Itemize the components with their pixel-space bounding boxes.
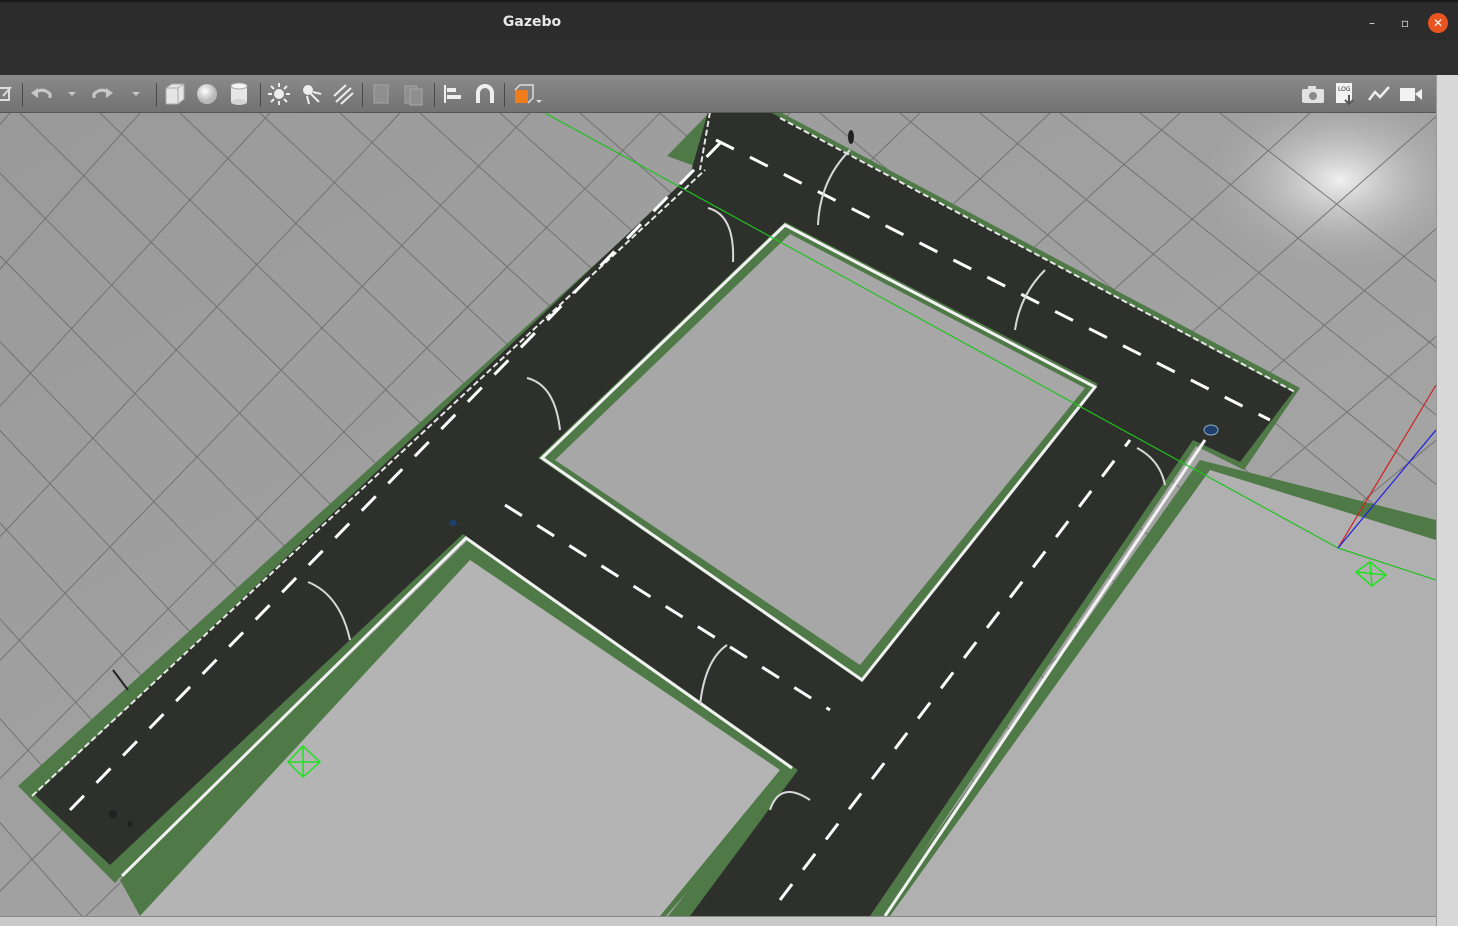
toolbar-separator (434, 83, 435, 107)
traffic-cone (848, 130, 854, 144)
menu-bar (0, 40, 1458, 75)
window-title: Gazebo (502, 14, 562, 30)
view-angle-icon[interactable] (510, 82, 544, 106)
sphere-shape-icon[interactable] (194, 82, 220, 106)
directional-light-icon[interactable] (330, 82, 356, 106)
log-icon[interactable]: LOG (1332, 82, 1358, 106)
window-titlebar: Gazebo – ▫ ✕ (0, 0, 1458, 40)
toolbar-separator (362, 83, 363, 107)
maximize-button[interactable]: ▫ (1395, 13, 1415, 33)
plot-icon[interactable] (1366, 82, 1392, 106)
3d-scene-viewport[interactable] (0, 113, 1436, 916)
spot-light-icon[interactable] (298, 82, 324, 106)
minimize-button[interactable]: – (1362, 13, 1382, 33)
log-icon-label: LOG (1338, 86, 1351, 93)
toolbar-separator (22, 83, 23, 107)
screenshot-icon[interactable] (1300, 82, 1326, 106)
translate-mode-icon[interactable] (0, 82, 18, 106)
cylinder-shape-icon[interactable] (226, 82, 252, 106)
pedestrian-object (127, 821, 133, 827)
close-button[interactable]: ✕ (1428, 13, 1448, 33)
redo-icon[interactable] (90, 82, 116, 106)
redo-history-dropdown-icon[interactable] (124, 82, 148, 106)
pedestrian-object (109, 810, 117, 818)
toolbar-separator (156, 83, 157, 107)
road-sign (449, 520, 457, 526)
toolbar: LOG (0, 75, 1436, 113)
road-sign (1203, 424, 1219, 436)
right-panel-splitter[interactable] (1436, 75, 1458, 926)
undo-history-dropdown-icon[interactable] (60, 82, 84, 106)
toolbar-separator (260, 83, 261, 107)
bottom-status-bar (0, 916, 1436, 926)
box-shape-icon[interactable] (162, 82, 188, 106)
align-icon[interactable] (440, 82, 466, 106)
undo-icon[interactable] (28, 82, 54, 106)
toolbar-separator (504, 83, 505, 107)
copy-icon[interactable] (368, 82, 394, 106)
paste-icon[interactable] (400, 82, 426, 106)
scene-render (0, 113, 1436, 916)
point-light-icon[interactable] (266, 82, 292, 106)
record-video-icon[interactable] (1398, 82, 1424, 106)
snap-icon[interactable] (472, 82, 498, 106)
